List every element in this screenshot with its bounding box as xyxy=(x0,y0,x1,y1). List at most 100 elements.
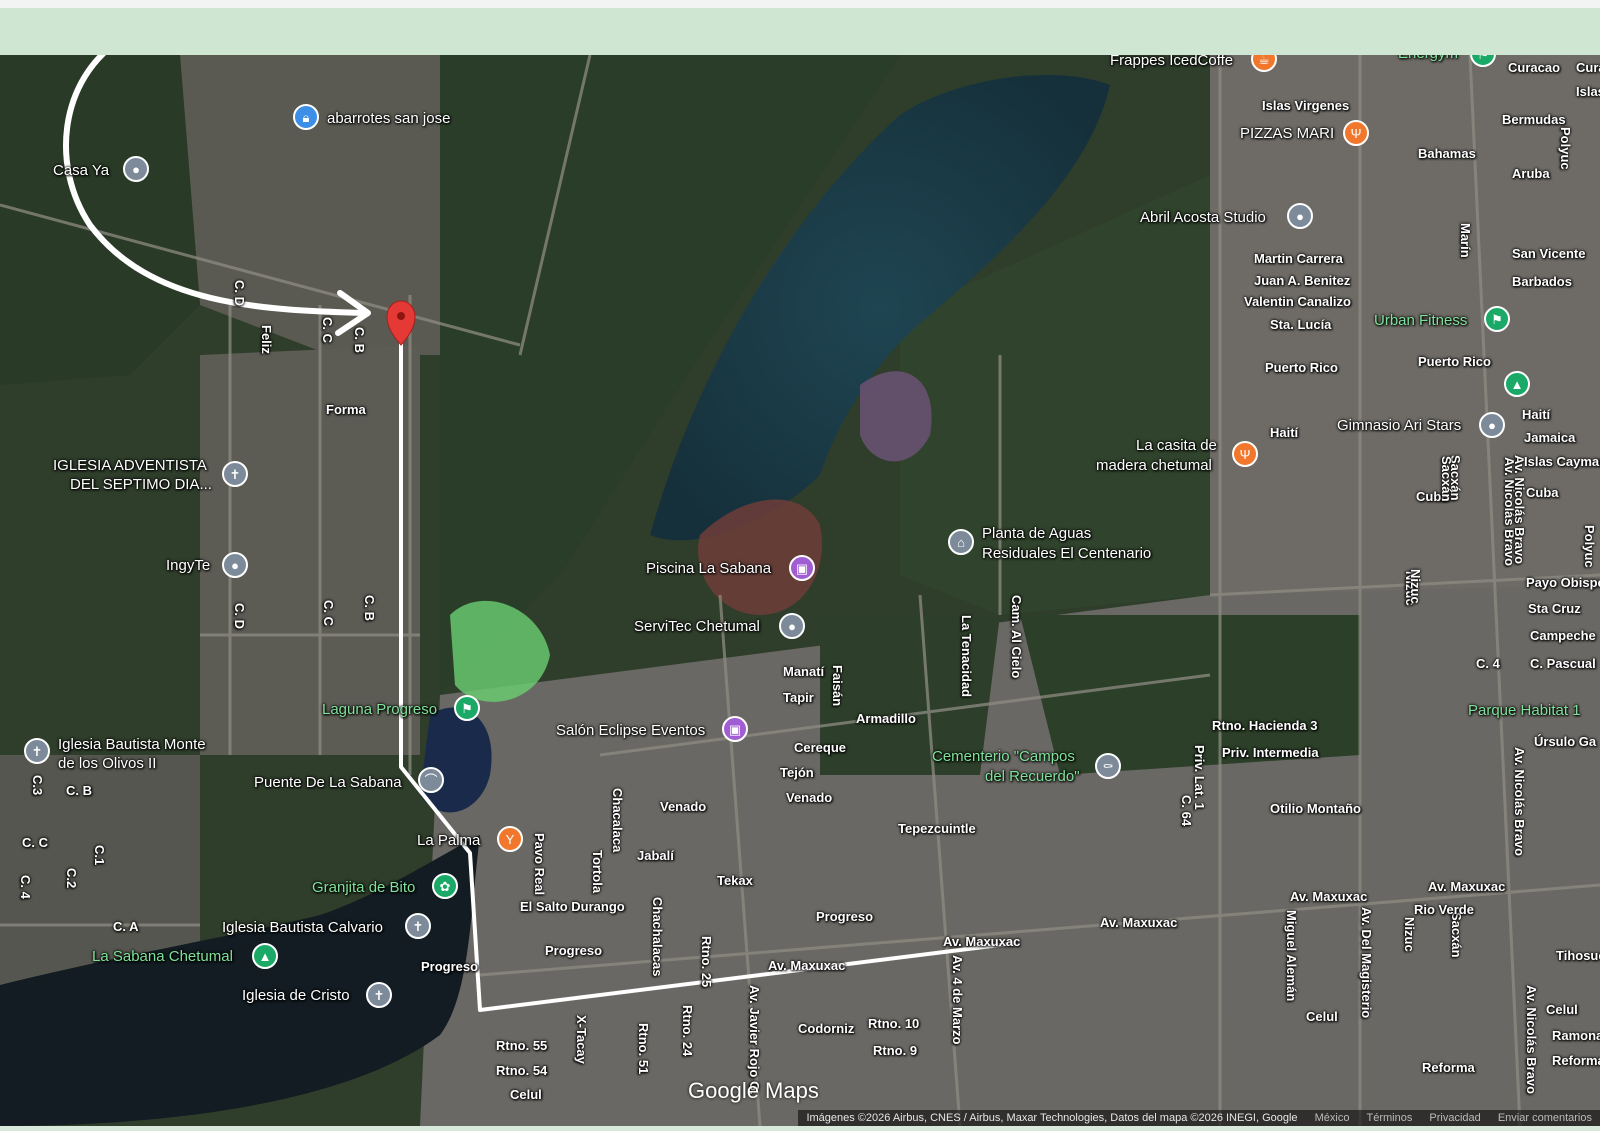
restaurant-icon[interactable]: Ψ xyxy=(1232,441,1258,467)
street-label: Rtno. 24 xyxy=(680,1005,695,1057)
poi-label[interactable]: Planta de Aguas xyxy=(982,525,1091,543)
restaurant-icon[interactable]: Ψ xyxy=(1343,120,1369,146)
street-label: El Salto Durango xyxy=(520,899,625,914)
poi-label[interactable]: Urban Fitness xyxy=(1374,312,1467,330)
street-label: Venado xyxy=(660,799,707,814)
church-icon[interactable]: ✝ xyxy=(24,738,50,764)
poi-label[interactable]: abarrotes san jose xyxy=(327,110,450,128)
street-label: Reforma xyxy=(1552,1053,1600,1068)
street-label: C.1 xyxy=(92,845,107,866)
poi-label[interactable]: IGLESIA ADVENTISTA xyxy=(53,457,207,475)
poi-label: madera chetumal xyxy=(1096,457,1212,474)
poi-label[interactable]: La Sabana Chetumal xyxy=(92,948,233,966)
street-label: Av. Maxuxac xyxy=(1290,889,1368,904)
poi-label[interactable]: Granjita de Bito xyxy=(312,879,415,897)
street-label: Manatí xyxy=(783,664,825,679)
place-icon[interactable]: ● xyxy=(779,613,805,639)
cemetery-icon[interactable]: ⚰︎ xyxy=(1095,753,1121,779)
map-attribution: Imágenes ©2026 Airbus, CNES / Airbus, Ma… xyxy=(798,1110,1600,1126)
tree-icon[interactable]: ▲ xyxy=(1504,371,1530,397)
street-label: Curacao xyxy=(1508,60,1561,75)
street-label: Sacxán xyxy=(1439,456,1454,502)
park-icon[interactable]: ⚑ xyxy=(454,695,480,721)
street-label: X-Tacay xyxy=(574,1015,589,1064)
street-label: C. D xyxy=(232,280,247,306)
street-label: Av. 4 de Marzo xyxy=(950,955,965,1045)
poi-label[interactable]: Piscina La Sabana xyxy=(646,560,771,578)
bag-icon[interactable]: 🔒︎ xyxy=(293,104,319,130)
poi-label[interactable]: Puente De La Sabana xyxy=(254,774,402,792)
bridge-icon[interactable]: ⌒ xyxy=(418,767,444,793)
street-label: Jamaica xyxy=(1524,430,1576,445)
poi-label[interactable]: Abril Acosta Studio xyxy=(1140,209,1266,227)
poi-label[interactable]: La Palma xyxy=(417,832,480,850)
poi-label[interactable]: Salón Eclipse Eventos xyxy=(556,722,705,740)
street-label: Av. Del Magisterio xyxy=(1359,907,1374,1019)
place-icon[interactable]: ● xyxy=(1287,203,1313,229)
link-privacy[interactable]: Privacidad xyxy=(1429,1112,1480,1124)
poi-label[interactable]: Iglesia Bautista Calvario xyxy=(222,919,383,937)
poi-label[interactable]: ServiTec Chetumal xyxy=(634,618,760,636)
street-label: C.3 xyxy=(30,775,45,796)
street-label: C. C xyxy=(320,317,335,343)
street-label: La Tenacidad xyxy=(959,615,974,698)
poi-label[interactable]: IngyTe xyxy=(166,557,210,575)
street-label: Av. Nicolás Bravo xyxy=(1512,747,1527,857)
window-top-bar xyxy=(0,0,1600,8)
poi-label[interactable]: Casa Ya xyxy=(53,162,109,180)
link-country[interactable]: México xyxy=(1315,1112,1350,1124)
poi-label[interactable]: Iglesia de Cristo xyxy=(242,987,350,1005)
link-terms[interactable]: Términos xyxy=(1367,1112,1413,1124)
poi-label[interactable]: Laguna Progreso xyxy=(322,701,437,719)
street-label: Progreso xyxy=(545,943,603,958)
satellite-map[interactable]: 🔒︎ abarrotes san jose ● Casa Ya ✝ IGLESI… xyxy=(0,55,1600,1126)
place-icon[interactable]: ● xyxy=(1479,412,1505,438)
place-icon[interactable]: ● xyxy=(222,552,248,578)
poi-label[interactable]: Energym xyxy=(1398,55,1458,63)
flower-icon[interactable]: ✿ xyxy=(432,873,458,899)
street-label: Martin Carrera xyxy=(1254,251,1343,266)
street-label: Av. Maxuxac xyxy=(1100,915,1178,930)
street-label: Priv. Intermedia xyxy=(1222,745,1319,760)
street-label: Sta. Lucía xyxy=(1270,317,1332,332)
street-label: Haití xyxy=(1270,425,1299,440)
street-label: Tapir xyxy=(783,690,814,705)
church-icon[interactable]: ✝ xyxy=(405,913,431,939)
poi-label[interactable]: PIZZAS MARI xyxy=(1240,125,1334,143)
poi-label[interactable]: Cementerio "Campos xyxy=(932,748,1075,766)
street-label: Islas Virgenes xyxy=(1262,98,1350,113)
tree-icon[interactable]: ▲ xyxy=(252,943,278,969)
church-icon[interactable]: ✝ xyxy=(366,982,392,1008)
street-label: Rtno. 55 xyxy=(496,1038,548,1053)
poi-label[interactable]: Parque Habitat 1 xyxy=(1468,702,1581,720)
street-label: Jabalí xyxy=(637,848,674,863)
google-maps-logo: Google Maps xyxy=(688,1078,819,1103)
street-label: Rtno. 25 xyxy=(699,936,714,988)
street-label: Rtno. Hacienda 3 xyxy=(1212,718,1318,733)
poi-label[interactable]: La casita de xyxy=(1136,437,1217,455)
street-label: Rtno. 54 xyxy=(496,1063,548,1078)
event-icon[interactable]: ▣ xyxy=(722,716,748,742)
street-label: Cura xyxy=(1576,60,1600,75)
event-icon[interactable]: ▣ xyxy=(789,555,815,581)
link-feedback[interactable]: Enviar comentarios xyxy=(1498,1112,1592,1124)
street-label: Rio Verde xyxy=(1414,902,1474,917)
street-label: Av. Nicolás Bravo xyxy=(1512,455,1527,565)
poi-label[interactable]: Frappes IcedCoffe xyxy=(1110,55,1233,70)
street-label: Cam. Al Cielo xyxy=(1009,595,1024,679)
street-label: Otilio Montaño xyxy=(1270,801,1361,816)
fitness-icon[interactable]: ⚑ xyxy=(1484,306,1510,332)
building-icon[interactable]: ⌂ xyxy=(948,529,974,555)
place-icon[interactable]: ● xyxy=(123,156,149,182)
poi-label[interactable]: Gimnasio Ari Stars xyxy=(1337,417,1461,435)
street-label: Feliz xyxy=(259,325,274,354)
poi-label[interactable]: Iglesia Bautista Monte xyxy=(58,736,206,754)
street-label: Tihosuco xyxy=(1556,948,1600,963)
church-icon[interactable]: ✝ xyxy=(222,461,248,487)
poi-label: de los Olivos II xyxy=(58,755,157,772)
street-label: C. A xyxy=(113,919,139,934)
street-label: Úrsulo Ga xyxy=(1534,734,1597,749)
bar-icon[interactable]: Y xyxy=(497,826,523,852)
street-label: Tortola xyxy=(590,850,605,894)
street-label: Armadillo xyxy=(856,711,916,726)
